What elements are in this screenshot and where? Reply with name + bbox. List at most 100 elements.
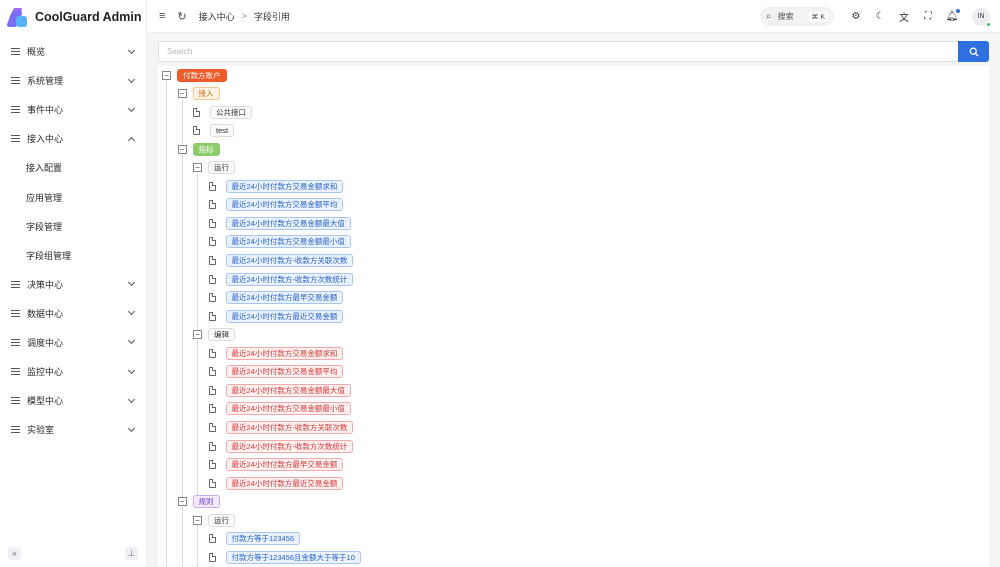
- file-icon: [208, 218, 216, 228]
- menu-list-icon: [11, 280, 20, 288]
- breadcrumb-separator: >: [241, 11, 247, 21]
- collapse-toggle-icon[interactable]: −: [193, 330, 202, 340]
- tree-leaf: 最近24小时付款方交易金额最小值: [208, 235, 351, 249]
- sidebar-item[interactable]: 数据中心: [0, 299, 146, 328]
- tree-guide-line: [197, 172, 198, 336]
- tree-leaf: 最近24小时付款方-收款方次数统计: [208, 272, 354, 286]
- sidebar-item[interactable]: 字段管理: [0, 212, 146, 241]
- sidebar-item[interactable]: 系统管理: [0, 66, 146, 95]
- search-icon: [969, 47, 978, 56]
- file-icon: [208, 534, 216, 544]
- file-icon: [208, 293, 216, 303]
- file-icon: [208, 367, 216, 377]
- dark-mode-moon-icon[interactable]: ☾: [868, 11, 892, 22]
- tree-node-tag[interactable]: 付款方等于123456: [225, 532, 301, 546]
- tree-node-tag[interactable]: 最近24小时付款方最近交易金额: [225, 476, 344, 490]
- tree-node-tag[interactable]: 最近24小时付款方最早交易金额: [225, 291, 344, 305]
- file-icon: [208, 422, 216, 432]
- tree-node-tag[interactable]: 指标: [192, 142, 220, 156]
- collapse-toggle-icon[interactable]: −: [162, 70, 171, 80]
- tree-node-tag[interactable]: test: [210, 124, 235, 138]
- sidebar-item[interactable]: 调度中心: [0, 328, 146, 357]
- chevron-down-icon: [127, 395, 136, 403]
- tree-node-tag[interactable]: 最近24小时付款方最近交易金额: [225, 309, 344, 323]
- tree-node-tag[interactable]: 最近24小时付款方交易金额求和: [225, 346, 344, 360]
- tree-node-tag[interactable]: 最近24小时付款方交易金额最大值: [225, 383, 351, 397]
- tree-node-tag[interactable]: 规则: [192, 495, 220, 509]
- fullscreen-icon[interactable]: ⛶: [916, 11, 940, 22]
- sidebar-item[interactable]: 监控中心: [0, 357, 146, 386]
- pin-sidebar-button[interactable]: ⊥: [125, 547, 138, 560]
- sidebar-item-label: 字段组管理: [26, 250, 72, 261]
- file-icon: [208, 348, 216, 358]
- file-icon: [208, 237, 216, 247]
- sidebar-item[interactable]: 模型中心: [0, 386, 146, 415]
- brand[interactable]: CoolGuard Admin: [0, 0, 146, 33]
- tree-node-tag[interactable]: 最近24小时付款方交易金额最大值: [225, 216, 351, 230]
- global-search-button[interactable]: ⌕ 搜索 ⌘ K: [760, 7, 834, 26]
- collapse-toggle-icon[interactable]: −: [177, 89, 187, 99]
- file-icon: [208, 181, 216, 191]
- tree-search-input[interactable]: Search: [158, 41, 958, 62]
- menu-list-icon: [11, 135, 20, 143]
- collapse-toggle-icon[interactable]: −: [177, 497, 187, 507]
- sidebar-item-label: 接入配置: [26, 163, 63, 174]
- tree-node-tag[interactable]: 最近24小时付款方-收款方次数统计: [225, 439, 354, 453]
- sidebar-item[interactable]: 实验室: [0, 415, 146, 444]
- tree-node-tag[interactable]: 编辑: [208, 328, 235, 342]
- file-icon: [208, 385, 216, 395]
- online-status-dot: [986, 21, 991, 27]
- tree-node-tag[interactable]: 运行: [208, 513, 235, 527]
- tree-node-tag[interactable]: 付款方账户: [177, 68, 227, 82]
- tree-leaf: 最近24小时付款方最近交易金额: [208, 476, 344, 490]
- tree-node-tag[interactable]: 公共接口: [210, 105, 252, 119]
- file-icon: [208, 552, 216, 562]
- tree-node-tag[interactable]: 最近24小时付款方交易金额平均: [225, 365, 344, 379]
- tree-node-access: − 接入: [177, 87, 220, 101]
- sidebar-item[interactable]: 接入配置: [0, 153, 146, 182]
- collapse-sidebar-button[interactable]: «: [8, 547, 21, 560]
- tree-search-button[interactable]: [958, 41, 989, 62]
- chevron-down-icon: [127, 424, 136, 432]
- tree-node-tag[interactable]: 最近24小时付款方-收款方关联次数: [225, 254, 354, 267]
- sidebar-item[interactable]: 接入中心: [0, 124, 146, 153]
- tree-node-tag[interactable]: 最近24小时付款方最早交易金额: [225, 458, 344, 472]
- tree-node-tag[interactable]: 付款方等于123456且金额大于等于10: [225, 550, 361, 564]
- refresh-icon[interactable]: ↻: [177, 10, 186, 23]
- top-header: ≡ ↻ 接入中心 > 字段引用 ⌕ 搜索 ⌘ K ⚙ ☾ 文 ⛶ 🔔︎ IN: [147, 0, 1000, 33]
- tree-node-tag[interactable]: 最近24小时付款方交易金额最小值: [225, 235, 351, 249]
- tree-node-tag[interactable]: 接入: [192, 87, 220, 101]
- sidebar-item[interactable]: 概览: [0, 37, 146, 66]
- collapse-toggle-icon[interactable]: −: [193, 515, 202, 525]
- tree-node-tag[interactable]: 最近24小时付款方-收款方次数统计: [225, 272, 354, 286]
- sidebar-item[interactable]: 事件中心: [0, 95, 146, 124]
- sidebar: CoolGuard Admin 概览 系统管理 事件中心 接入中心接入配置应用管理字段…: [0, 0, 147, 567]
- collapse-toggle-icon[interactable]: −: [177, 144, 187, 154]
- collapse-toggle-icon[interactable]: −: [193, 163, 202, 173]
- settings-gear-icon[interactable]: ⚙: [844, 11, 868, 22]
- tree-guide-line: [181, 506, 183, 567]
- menu-toggle-icon[interactable]: ≡: [159, 10, 165, 22]
- sidebar-item-label: 模型中心: [27, 396, 64, 407]
- menu-list-icon: [11, 309, 20, 317]
- tree-node-tag[interactable]: 运行: [208, 161, 235, 175]
- file-icon: [208, 274, 216, 284]
- sidebar-item-label: 应用管理: [26, 192, 63, 203]
- menu-list-icon: [11, 426, 20, 434]
- sidebar-item[interactable]: 决策中心: [0, 270, 146, 299]
- tree-node-running: − 运行: [193, 513, 235, 527]
- menu-list-icon: [11, 106, 20, 114]
- tree-node-tag[interactable]: 最近24小时付款方-收款方关联次数: [225, 420, 354, 434]
- menu-list-icon: [11, 338, 20, 346]
- user-avatar[interactable]: IN: [972, 7, 991, 27]
- translate-icon[interactable]: 文: [892, 9, 916, 24]
- sidebar-item[interactable]: 应用管理: [0, 182, 146, 211]
- tree-node-running: − 运行: [193, 161, 235, 175]
- sidebar-item[interactable]: 字段组管理: [0, 241, 146, 270]
- tree-node-tag[interactable]: 最近24小时付款方交易金额平均: [225, 198, 344, 212]
- breadcrumb-item[interactable]: 接入中心: [199, 10, 235, 23]
- tree-node-tag[interactable]: 最近24小时付款方交易金额最小值: [225, 402, 351, 416]
- tree-node-tag[interactable]: 最近24小时付款方交易金额求和: [225, 179, 344, 193]
- file-icon: [208, 311, 216, 321]
- notification-bell-icon[interactable]: 🔔︎: [940, 9, 964, 22]
